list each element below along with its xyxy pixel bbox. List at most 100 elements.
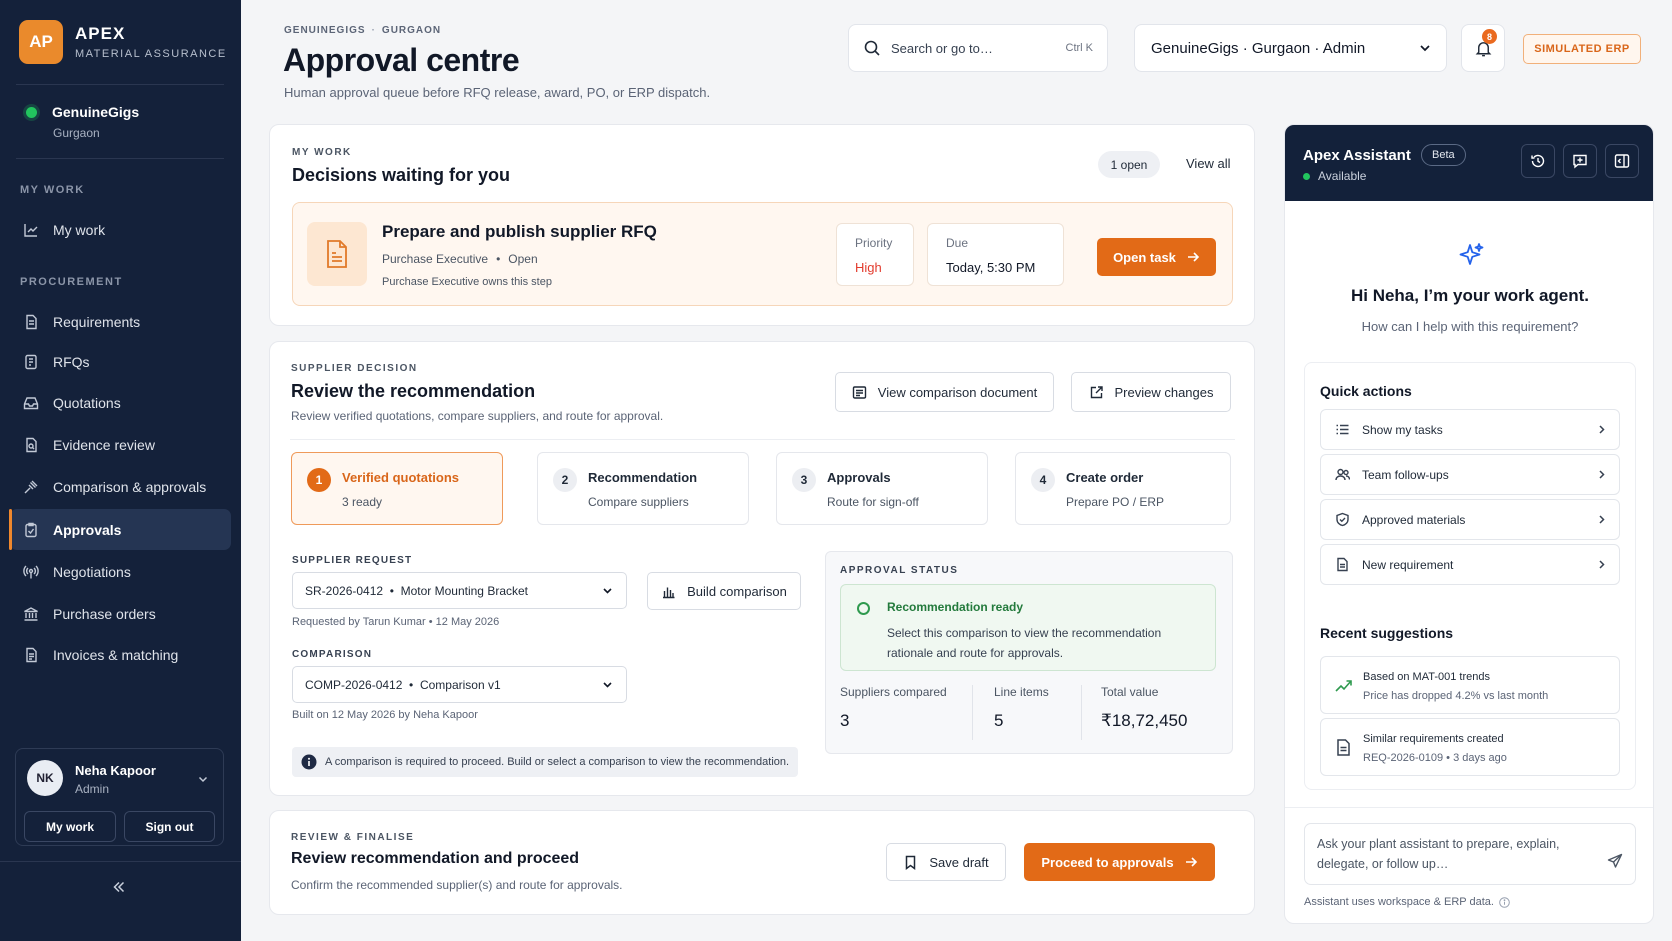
suggestion-item[interactable]: Based on MAT-001 trends Price has droppe…	[1320, 656, 1620, 714]
open-task-label: Open task	[1113, 249, 1176, 265]
step-recommendation[interactable]: 2 Recommendation Compare suppliers	[537, 452, 749, 525]
new-chat-button[interactable]	[1563, 144, 1597, 178]
button-label: Preview changes	[1114, 384, 1214, 400]
brand[interactable]: AP APEX MATERIAL ASSURANCE	[19, 20, 227, 64]
online-status-dot	[1303, 172, 1310, 180]
breadcrumb-item[interactable]: GENUINEGIGS	[284, 25, 366, 36]
workspace-select[interactable]: GenuineGigs · Gurgaon · Admin	[1134, 24, 1447, 72]
workspace-switcher[interactable]: GenuineGigs Gurgaon	[26, 104, 139, 140]
assistant-panel: Apex Assistant Beta Available Hi Neha, I…	[1284, 124, 1654, 924]
search-input[interactable]	[891, 40, 1066, 56]
due-value: Today, 5:30 PM	[946, 260, 1036, 275]
sidebar-item-purchase-orders[interactable]: Purchase orders	[10, 593, 231, 634]
metric-label: Total value	[1101, 685, 1159, 699]
task-card[interactable]: Prepare and publish supplier RFQ Purchas…	[292, 202, 1233, 306]
send-icon[interactable]	[1607, 853, 1623, 869]
sidebar-item-invoices-matching[interactable]: Invoices & matching	[10, 634, 231, 675]
sparkle-icon	[1459, 243, 1484, 265]
supplier-request-hint: Requested by Tarun Kumar • 12 May 2026	[292, 616, 500, 628]
quick-action-label: Approved materials	[1362, 512, 1466, 527]
supplier-request-id: SR-2026-0412	[305, 583, 384, 598]
bookmark-icon	[906, 855, 916, 870]
quick-action-approved-materials[interactable]: Approved materials	[1320, 499, 1620, 540]
suggestion-item[interactable]: Similar requirements created REQ-2026-01…	[1320, 718, 1620, 776]
user-role: Admin	[75, 782, 110, 796]
my-work-button[interactable]: My work	[24, 811, 116, 842]
recent-suggestions-title: Recent suggestions	[1320, 625, 1454, 641]
step-title: Verified quotations	[342, 470, 460, 485]
metric-label: Line items	[994, 685, 1049, 699]
sidebar-item-label: Invoices & matching	[53, 646, 179, 663]
open-task-button[interactable]: Open task	[1097, 238, 1216, 276]
sidebar-item-quotations[interactable]: Quotations	[10, 382, 231, 423]
preview-changes-button[interactable]: Preview changes	[1071, 372, 1231, 412]
section-title: Decisions waiting for you	[292, 165, 511, 185]
comparison-label: COMPARISON	[292, 649, 373, 660]
status-title: Recommendation ready	[887, 600, 1024, 614]
task-owner: Purchase Executive owns this step	[382, 276, 552, 288]
chart-icon	[24, 223, 38, 237]
chevron-down-icon[interactable]	[197, 773, 209, 785]
chevron-down-icon	[603, 682, 612, 688]
breadcrumb: GENUINEGIGS · GURGAON	[284, 25, 442, 36]
breadcrumb-item[interactable]: GURGAON	[382, 25, 441, 36]
quick-actions-title: Quick actions	[1320, 383, 1412, 399]
proceed-to-approvals-button[interactable]: Proceed to approvals	[1024, 843, 1215, 881]
online-status-dot	[26, 106, 37, 118]
sign-out-button[interactable]: Sign out	[124, 811, 215, 842]
sidebar-item-requirements[interactable]: Requirements	[10, 301, 231, 342]
suggestion-subtitle: Price has dropped 4.2% vs last month	[1363, 690, 1549, 702]
collapse-sidebar-icon[interactable]	[111, 879, 127, 895]
simulated-erp-badge: SIMULATED ERP	[1523, 34, 1641, 64]
view-all-link[interactable]: View all	[1186, 156, 1231, 171]
quick-action-team-follow-ups[interactable]: Team follow-ups	[1320, 454, 1620, 495]
sidebar-item-evidence-review[interactable]: Evidence review	[10, 424, 231, 465]
sidebar-item-my-work[interactable]: My work	[10, 209, 231, 250]
step-title: Recommendation	[588, 470, 698, 485]
chevron-right-icon	[1599, 560, 1605, 569]
status-circle-icon	[857, 602, 870, 615]
priority-label: Priority	[855, 236, 893, 250]
shield-check-icon	[1336, 512, 1349, 527]
step-subtitle: Compare suppliers	[588, 495, 689, 509]
quick-action-new-requirement[interactable]: New requirement	[1320, 544, 1620, 585]
sidebar-item-label: Evidence review	[53, 436, 155, 453]
section-subtitle: Review verified quotations, compare supp…	[291, 409, 664, 423]
notifications-button[interactable]: 8	[1461, 24, 1505, 72]
due-label: Due	[946, 236, 969, 250]
supplier-request-select[interactable]: SR-2026-0412 • Motor Mounting Bracket	[292, 572, 627, 609]
step-verified-quotations[interactable]: 1 Verified quotations 3 ready	[291, 452, 503, 525]
sidebar-item-comparison-approvals[interactable]: Comparison & approvals	[10, 466, 231, 507]
sidebar: AP APEX MATERIAL ASSURANCE GenuineGigs G…	[0, 0, 241, 941]
toggle-panel-button[interactable]	[1605, 144, 1639, 178]
invoice-icon	[26, 647, 37, 662]
sidebar-item-label: My work	[53, 221, 106, 238]
search-box: Ctrl K	[848, 24, 1108, 72]
quick-action-show-my-tasks[interactable]: Show my tasks	[1320, 409, 1620, 450]
brand-logo: AP	[19, 20, 63, 64]
step-subtitle: Prepare PO / ERP	[1066, 495, 1165, 509]
assistant-input[interactable]	[1317, 834, 1589, 878]
step-title: Create order	[1066, 470, 1144, 485]
step-approvals[interactable]: 3 Approvals Route for sign-off	[776, 452, 988, 525]
quick-action-label: Team follow-ups	[1362, 467, 1449, 482]
comparison-hint: Built on 12 May 2026 by Neha Kapoor	[292, 709, 478, 721]
divider	[0, 861, 241, 862]
user-name: Neha Kapoor	[75, 763, 156, 778]
view-comparison-document-button[interactable]: View comparison document	[835, 372, 1054, 412]
sidebar-item-approvals[interactable]: Approvals	[9, 509, 231, 550]
build-comparison-button[interactable]: Build comparison	[647, 572, 801, 610]
clipboard-check-icon	[25, 522, 37, 537]
workspace-name: GenuineGigs	[52, 104, 140, 120]
workspace-select-value: GenuineGigs · Gurgaon · Admin	[1151, 39, 1366, 57]
sidebar-item-negotiations[interactable]: Negotiations	[10, 551, 231, 592]
history-button[interactable]	[1521, 144, 1555, 178]
inbox-icon	[23, 396, 39, 409]
step-create-order[interactable]: 4 Create order Prepare PO / ERP	[1015, 452, 1231, 525]
comparison-select[interactable]: COMP-2026-0412 • Comparison v1	[292, 666, 627, 703]
beta-badge: Beta	[1421, 144, 1466, 166]
save-draft-button[interactable]: Save draft	[886, 843, 1006, 881]
step-number: 2	[553, 468, 577, 492]
info-icon[interactable]	[1499, 896, 1510, 908]
sidebar-item-rfqs[interactable]: RFQs	[10, 341, 231, 382]
